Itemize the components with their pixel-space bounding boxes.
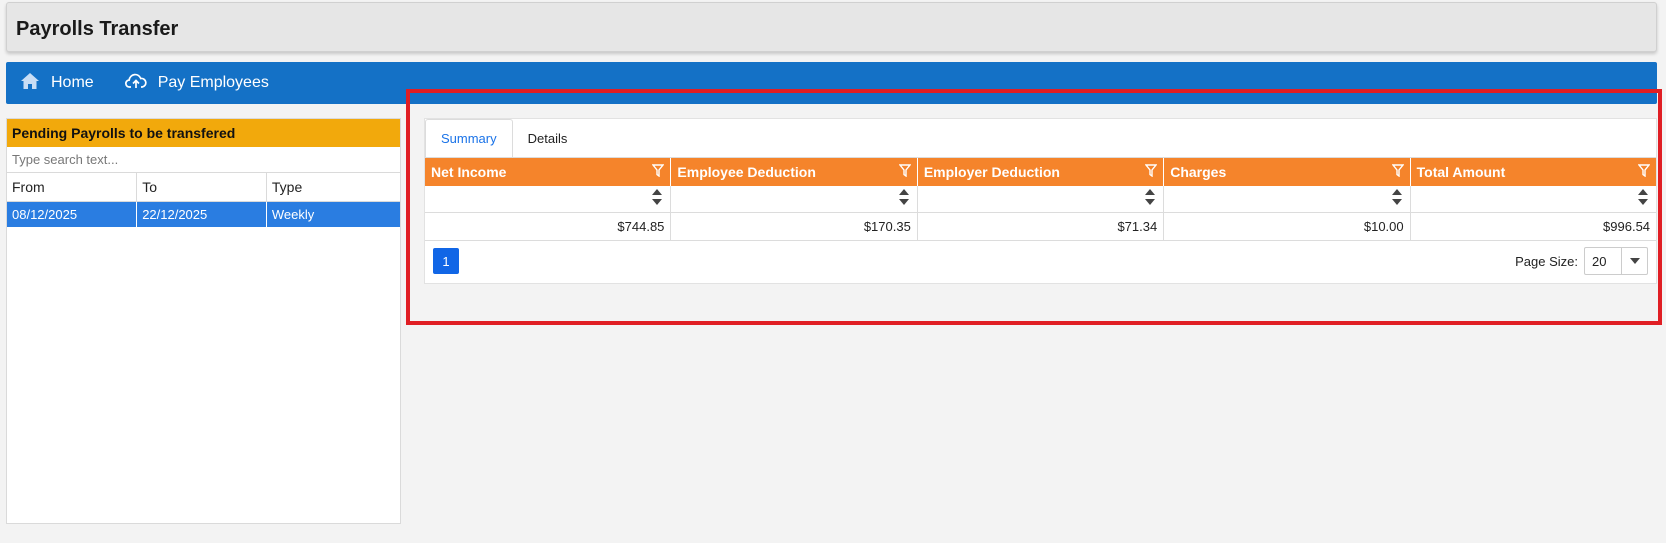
arrow-down-icon[interactable] — [1391, 199, 1402, 205]
cell-from[interactable]: 08/12/2025 — [7, 201, 138, 227]
column-header-label: Total Amount — [1416, 164, 1506, 180]
nav-home[interactable]: Home — [20, 72, 94, 95]
arrow-down-icon[interactable] — [1638, 199, 1649, 205]
filter-input-total-amount[interactable] — [1411, 186, 1656, 212]
spinner[interactable] — [1145, 189, 1156, 205]
column-header-to[interactable]: To — [136, 173, 267, 202]
cell-employer-deduction: $71.34 — [918, 213, 1165, 240]
cell-to[interactable]: 22/12/2025 — [136, 201, 267, 227]
column-header-from[interactable]: From — [7, 173, 138, 202]
arrow-up-icon[interactable] — [898, 189, 909, 195]
column-header-total-amount[interactable]: Total Amount — [1411, 158, 1656, 186]
arrow-down-icon[interactable] — [652, 199, 663, 205]
title-bar: Payrolls Transfer — [6, 2, 1657, 52]
chevron-down-icon[interactable] — [1621, 248, 1647, 274]
column-header-charges[interactable]: Charges — [1164, 158, 1411, 186]
home-icon — [20, 72, 51, 95]
cell-charges: $10.00 — [1164, 213, 1411, 240]
column-header-label: Employer Deduction — [923, 164, 1060, 180]
arrow-down-icon[interactable] — [898, 199, 909, 205]
pager: 1 Page Size: 20 — [425, 241, 1656, 281]
page-button-1[interactable]: 1 — [433, 248, 459, 274]
arrow-up-icon[interactable] — [652, 189, 663, 195]
filter-icon[interactable] — [1391, 164, 1405, 180]
arrow-up-icon[interactable] — [1145, 189, 1156, 195]
tab-bar: Summary Details — [425, 119, 1656, 157]
spinner[interactable] — [1638, 189, 1649, 205]
page-size-value: 20 — [1592, 253, 1607, 269]
page-size-select[interactable]: 20 — [1584, 247, 1648, 275]
page-size-label: Page Size: — [1515, 253, 1578, 269]
column-header-label: Charges — [1170, 164, 1227, 180]
filter-icon[interactable] — [898, 164, 912, 180]
tab-summary[interactable]: Summary — [425, 119, 513, 157]
column-header-net-income[interactable]: Net Income — [425, 158, 672, 186]
spinner[interactable] — [652, 189, 663, 205]
spinner[interactable] — [1391, 189, 1402, 205]
pending-payrolls-panel: Pending Payrolls to be transfered From T… — [6, 118, 401, 524]
nav-home-label: Home — [51, 74, 94, 91]
filter-icon[interactable] — [651, 164, 665, 180]
filter-icon[interactable] — [1144, 164, 1158, 180]
table-row[interactable]: 08/12/2025 22/12/2025 Weekly — [7, 201, 400, 227]
column-header-employee-deduction[interactable]: Employee Deduction — [671, 158, 918, 186]
filter-row — [425, 186, 1656, 213]
cell-total-amount: $996.54 — [1603, 219, 1651, 234]
tab-details[interactable]: Details — [513, 119, 583, 157]
nav-pay-employees-label: Pay Employees — [157, 74, 269, 91]
payroll-details-panel: Summary Details Net Income Employee Dedu… — [424, 118, 1657, 284]
arrow-down-icon[interactable] — [1145, 199, 1156, 205]
pending-payrolls-header: Pending Payrolls to be transfered — [7, 119, 400, 147]
page-title: Payrolls Transfer — [16, 18, 179, 40]
arrow-up-icon[interactable] — [1638, 189, 1649, 195]
grid-header-row: Net Income Employee Deduction Employer D… — [425, 158, 1656, 186]
nav-pay-employees[interactable]: Pay Employees — [124, 72, 269, 95]
arrow-up-icon[interactable] — [1391, 189, 1402, 195]
nav-bar: Home Pay Employees — [6, 62, 1657, 104]
column-header-employer-deduction[interactable]: Employer Deduction — [918, 158, 1165, 186]
filter-input-employer-deduction[interactable] — [918, 186, 1165, 212]
search-input[interactable] — [7, 147, 400, 173]
summary-grid: Net Income Employee Deduction Employer D… — [425, 157, 1656, 241]
filter-input-charges[interactable] — [1164, 186, 1411, 212]
filter-input-net-income[interactable] — [425, 186, 672, 212]
column-header-type[interactable]: Type — [266, 173, 400, 202]
column-header-label: Net Income — [431, 164, 507, 180]
cell-employee-deduction: $170.35 — [671, 213, 918, 240]
filter-icon[interactable] — [1637, 164, 1651, 180]
column-header-label: Employee Deduction — [677, 164, 816, 180]
cell-type[interactable]: Weekly — [266, 201, 400, 227]
cloud-upload-icon — [124, 72, 158, 95]
cell-net-income: $744.85 — [425, 213, 672, 240]
spinner[interactable] — [898, 189, 909, 205]
filter-input-employee-deduction[interactable] — [671, 186, 918, 212]
pending-payrolls-table: From To Type 08/12/2025 22/12/2025 Weekl… — [7, 173, 400, 227]
page-size: Page Size: 20 — [1515, 247, 1648, 275]
table-row[interactable]: $744.85 $170.35 $71.34 $10.00 $996.54 — [425, 213, 1656, 241]
